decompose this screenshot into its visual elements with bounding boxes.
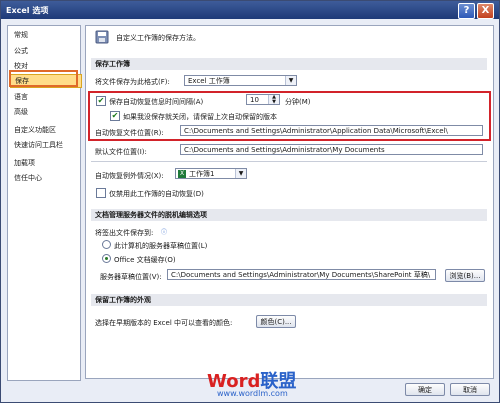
disable-autorecover-label: 仅禁用此工作簿的自动恢复(D) <box>109 190 204 198</box>
chevron-down-icon: ▼ <box>285 76 296 85</box>
save-highlight-box <box>9 70 78 87</box>
colors-button[interactable]: 颜色(C)... <box>256 315 296 328</box>
save-workbooks-section-title: 保存工作簿 <box>91 58 487 70</box>
office-cache-option-label: Office 文档缓存(O) <box>114 256 176 264</box>
save-to-label: 将签出文件保存到: <box>95 229 154 237</box>
autorecover-exceptions-label: 自动恢复例外情况(X): <box>95 172 164 180</box>
cancel-button[interactable]: 取消 <box>450 383 490 396</box>
sidebar-item-trust-center[interactable]: 信任中心 <box>10 172 80 185</box>
server-drafts-option-label: 此计算机的服务器草稿位置(L) <box>114 242 208 250</box>
save-format-dropdown[interactable]: Excel 工作簿 ▼ <box>184 75 297 86</box>
title-bar: Excel 选项 ? X <box>1 1 499 19</box>
help-button[interactable]: ? <box>458 3 475 19</box>
browse-button[interactable]: 浏览(B)... <box>445 269 485 282</box>
divider <box>91 161 487 162</box>
disable-autorecover-checkbox[interactable] <box>96 188 106 198</box>
appearance-section-title: 保留工作簿的外观 <box>91 294 487 306</box>
sidebar-item-customize-ribbon[interactable]: 自定义功能区 <box>10 124 80 137</box>
autorecover-minutes-value: 10 <box>250 96 259 104</box>
options-sidebar: 常规 公式 校对 保存 语言 高级 自定义功能区 快速访问工具栏 加载项 信任中… <box>7 25 82 381</box>
minutes-label: 分钟(M) <box>285 98 311 106</box>
autorecover-label: 保存自动恢复信息时间间隔(A) <box>109 98 204 106</box>
exceptions-workbook-dropdown[interactable]: X 工作簿1 ▼ <box>175 168 247 179</box>
radio-office-cache[interactable] <box>102 254 111 263</box>
info-icon: ⓘ <box>161 229 168 236</box>
default-location-input[interactable]: C:\Documents and Settings\Administrator\… <box>180 144 483 155</box>
save-disk-icon <box>95 30 109 44</box>
ok-button[interactable]: 确定 <box>405 383 445 396</box>
sidebar-item-quick-access[interactable]: 快速访问工具栏 <box>10 139 80 152</box>
header-text: 自定义工作簿的保存方法。 <box>116 34 200 42</box>
autorecover-location-label: 自动恢复文件位置(R): <box>95 129 164 137</box>
close-button[interactable]: X <box>477 3 494 19</box>
sidebar-item-general[interactable]: 常规 <box>10 29 80 42</box>
offline-editing-section-title: 文档管理服务器文件的脱机编辑选项 <box>91 209 487 221</box>
autorecover-minutes-spinner[interactable]: 10 ▲ ▼ <box>246 94 280 105</box>
default-location-label: 默认文件位置(I): <box>95 148 147 156</box>
sidebar-item-formulas[interactable]: 公式 <box>10 45 80 58</box>
radio-server-drafts[interactable] <box>102 240 111 249</box>
sidebar-item-advanced[interactable]: 高级 <box>10 106 80 119</box>
watermark-url: www.wordlm.com <box>217 389 288 398</box>
window-title: Excel 选项 <box>6 6 49 15</box>
sidebar-item-addins[interactable]: 加载项 <box>10 157 80 170</box>
excel-options-dialog: Excel 选项 ? X 常规 公式 校对 保存 语言 高级 自定义功能区 快速… <box>0 0 500 403</box>
spinner-arrows-icon: ▲ ▼ <box>268 95 279 104</box>
keep-last-version-label: 如果我没保存就关闭，请保留上次自动保留的版本 <box>123 113 277 121</box>
autorecover-location-input[interactable]: C:\Documents and Settings\Administrator\… <box>180 125 483 136</box>
excel-file-icon: X <box>178 170 186 178</box>
save-options-panel: 自定义工作簿的保存方法。 保存工作簿 将文件保存为此格式(F): Excel 工… <box>85 25 494 379</box>
save-format-value: Excel 工作簿 <box>188 77 230 85</box>
format-label: 将文件保存为此格式(F): <box>95 78 170 86</box>
drafts-location-input[interactable]: C:\Documents and Settings\Administrator\… <box>167 269 436 280</box>
drafts-location-label: 服务器草稿位置(V): <box>100 273 162 281</box>
colors-label: 选择在早期版本的 Excel 中可以查看的颜色: <box>95 319 233 327</box>
chevron-down-icon: ▼ <box>235 169 246 178</box>
autorecover-checkbox[interactable]: ✔ <box>96 96 106 106</box>
sidebar-item-language[interactable]: 语言 <box>10 91 80 104</box>
keep-last-version-checkbox[interactable]: ✔ <box>110 111 120 121</box>
